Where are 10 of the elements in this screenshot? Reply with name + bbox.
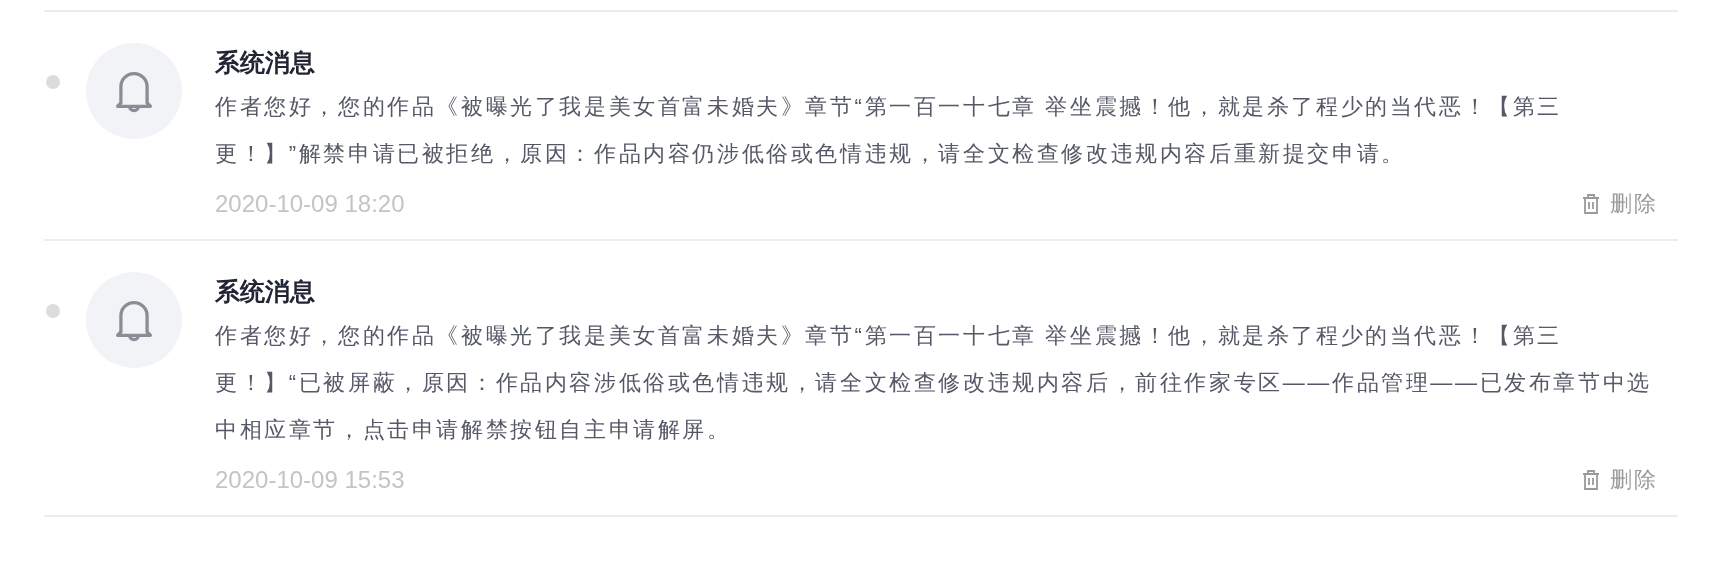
- timestamp: 2020-10-09 15:53: [215, 466, 405, 494]
- trash-icon: [1582, 194, 1600, 214]
- delete-button[interactable]: 删除: [1582, 465, 1658, 495]
- delete-button[interactable]: 删除: [1582, 189, 1658, 219]
- message-text: 作者您好，您的作品《被曝光了我是美女首富未婚夫》章节“第一百一十七章 举坐震撼！他，就是杀了程少的当代恶！【第三更！】”解禁申请已被拒绝，原因：作品内容仍涉低俗或色情违规，请全文检查修改违规内容后重新提交申请。: [215, 93, 1564, 168]
- timestamp: 2020-10-09 18:20: [215, 190, 405, 218]
- message-title: 系统消息: [215, 276, 316, 307]
- message-text: 作者您好，您的作品《被曝光了我是美女首富未婚夫》章节“第一百一十七章 举坐震撼！他，就是杀了程少的当代恶！【第三更！】“已被屏蔽，原因：作品内容涉低俗或色情违规，请全文检查修改违规内容后，前往作家专区——作品管理——已发布章节中选中相应章节，点击申请解禁按钮自主申请解屏。: [215, 322, 1653, 444]
- message-title: 系统消息: [215, 47, 316, 78]
- trash-icon: [1582, 470, 1600, 490]
